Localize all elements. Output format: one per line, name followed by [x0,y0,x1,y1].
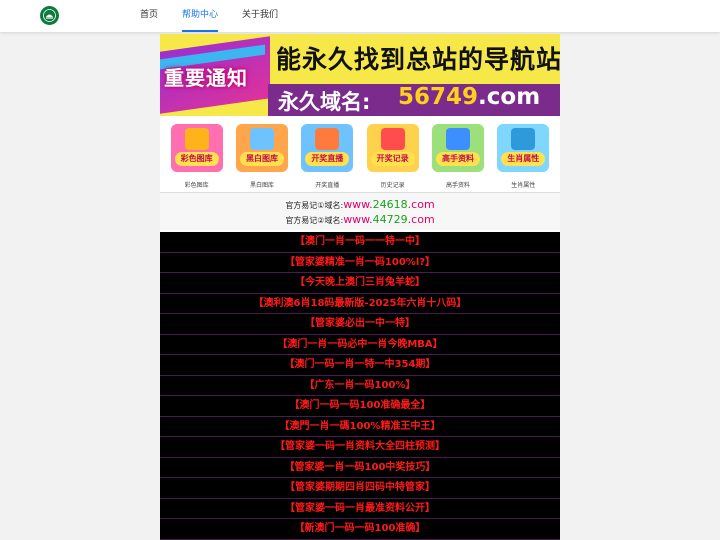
list-item[interactable]: 【广东一肖一码100%】 [160,376,560,396]
domain-notice-tld: .com [407,198,435,211]
domain-notice-url: www.44729.com [343,213,434,226]
zodiac-glyph-icon [511,128,536,150]
feature-history[interactable]: 开奖记录 历史记录 [363,120,423,190]
feature-bw-gallery[interactable]: 黑白图库 黑白图库 [232,120,292,190]
feature-color-gallery[interactable]: 彩色图库 彩色图库 [167,120,227,190]
list-item[interactable]: 【管家婆一码一肖最准资料公开】 [160,499,560,519]
main-nav: 首页 帮助中心 关于我们 [140,0,302,32]
feature-caption: 生肖属性 [511,182,536,189]
domain-notice-2[interactable]: 官方易记②域名:www.44729.com [160,213,560,226]
feature-pill-label: 开奖直播 [305,152,350,166]
list-item[interactable]: 【澳利澳6肖18码最新版-2025年六肖十八码】 [160,294,560,314]
list-item[interactable]: 【管家婆一码一肖资料大全四柱预测】 [160,437,560,458]
feature-caption: 历史记录 [380,182,405,189]
nav-item-home[interactable]: 首页 [140,0,158,32]
banner-domain-label: 永久域名: [278,90,371,114]
color-gallery-icon: 彩色图库 [170,124,223,172]
list-item[interactable]: 【管家婆期期四肖四码中特管家】 [160,478,560,499]
list-item[interactable]: 【澳门一码一肖一特一中354期】 [160,355,560,376]
banner-domain-number: 56749 [398,84,479,110]
feature-icon-grid: 彩色图库 彩色图库 黑白图库 黑白图库 开奖直播 开奖直播 开奖记录 历史记录 高手资料 高手资料… [160,120,560,190]
expert-data-glyph-icon [445,128,470,150]
banner-domain-value: 56749.com [398,84,540,110]
feature-pill-label: 彩色图库 [174,152,219,166]
nav-item-about-us[interactable]: 关于我们 [242,0,278,32]
domain-notice-tld: .com [407,213,435,226]
feature-pill-label: 生肖属性 [501,152,546,166]
list-item[interactable]: 【澳门一码一码100准确最全】 [160,396,560,417]
domain-notice-1[interactable]: 官方易记①域名:www.24618.com [160,198,560,211]
list-item[interactable]: 【澳门一肖一码必中一肖今晚MBA】 [160,335,560,355]
main-column: 重要通知 能永久找到总站的导航站 永久域名: 56749.com 彩色图库 彩色图… [160,34,560,540]
list-item[interactable]: 【新澳门一码一码100准确】 [160,519,560,540]
feature-caption: 开奖直播 [315,182,340,189]
top-navbar: 首页 帮助中心 关于我们 [0,0,720,32]
domain-notice-prefix: 官方易记①域名: [285,201,344,210]
history-icon: 开奖记录 [366,124,419,172]
bw-gallery-icon: 黑白图库 [235,124,288,172]
bw-gallery-glyph-icon [249,128,274,150]
history-glyph-icon [380,128,405,150]
color-gallery-glyph-icon [184,128,209,150]
list-item[interactable]: 【今天晚上澳门三肖兔羊蛇】 [160,273,560,294]
feature-caption: 彩色图库 [184,182,209,189]
list-item[interactable]: 【管家婆一肖一码100中奖技巧】 [160,458,560,478]
live-draw-icon: 开奖直播 [301,124,354,172]
list-item[interactable]: 【管家婆必出一中一特】 [160,314,560,335]
live-draw-glyph-icon [315,128,340,150]
feature-pill-label: 高手资料 [435,152,480,166]
domain-notice-number: 24618 [372,198,408,211]
feature-expert-data[interactable]: 高手资料 高手资料 [428,120,488,190]
list-item[interactable]: 【管家婆精准一肖一码100%l?】 [160,253,560,273]
domain-notice-url: www.24618.com [343,198,434,211]
banner-domain-suffix: .com [478,84,541,110]
domain-notice-www: www. [343,198,373,211]
feature-zodiac[interactable]: 生肖属性 生肖属性 [493,120,553,190]
list-item[interactable]: 【澳门一肖一码一一特一中】 [160,232,560,253]
feature-pill-label: 黑白图库 [239,152,284,166]
feature-caption: 高手资料 [445,182,470,189]
banner-headline: 能永久找到总站的导航站 [276,45,560,74]
announcement-banner[interactable]: 重要通知 能永久找到总站的导航站 永久域名: 56749.com [160,34,560,116]
domain-notice-www: www. [343,213,373,226]
article-link-list: 【澳门一肖一码一一特一中】 【管家婆精准一肖一码100%l?】 【今天晚上澳门三肖兔… [160,232,560,540]
domain-notice-prefix: 官方易记②域名: [285,216,344,225]
domain-notice-number: 44729 [372,213,408,226]
banner-tag: 重要通知 [164,66,248,90]
domain-notices: 官方易记①域名:www.24618.com 官方易记②域名:www.44729.… [160,192,560,230]
feature-live-draw[interactable]: 开奖直播 开奖直播 [297,120,357,190]
feature-pill-label: 开奖记录 [370,152,415,166]
list-item[interactable]: 【澳門一肖一碼100%精准王中王】 [160,417,560,437]
nav-item-help-center[interactable]: 帮助中心 [182,0,219,32]
feature-caption: 黑白图库 [249,182,274,189]
expert-data-icon: 高手资料 [431,124,484,172]
logo-icon[interactable] [40,6,59,25]
zodiac-icon: 生肖属性 [497,124,550,172]
